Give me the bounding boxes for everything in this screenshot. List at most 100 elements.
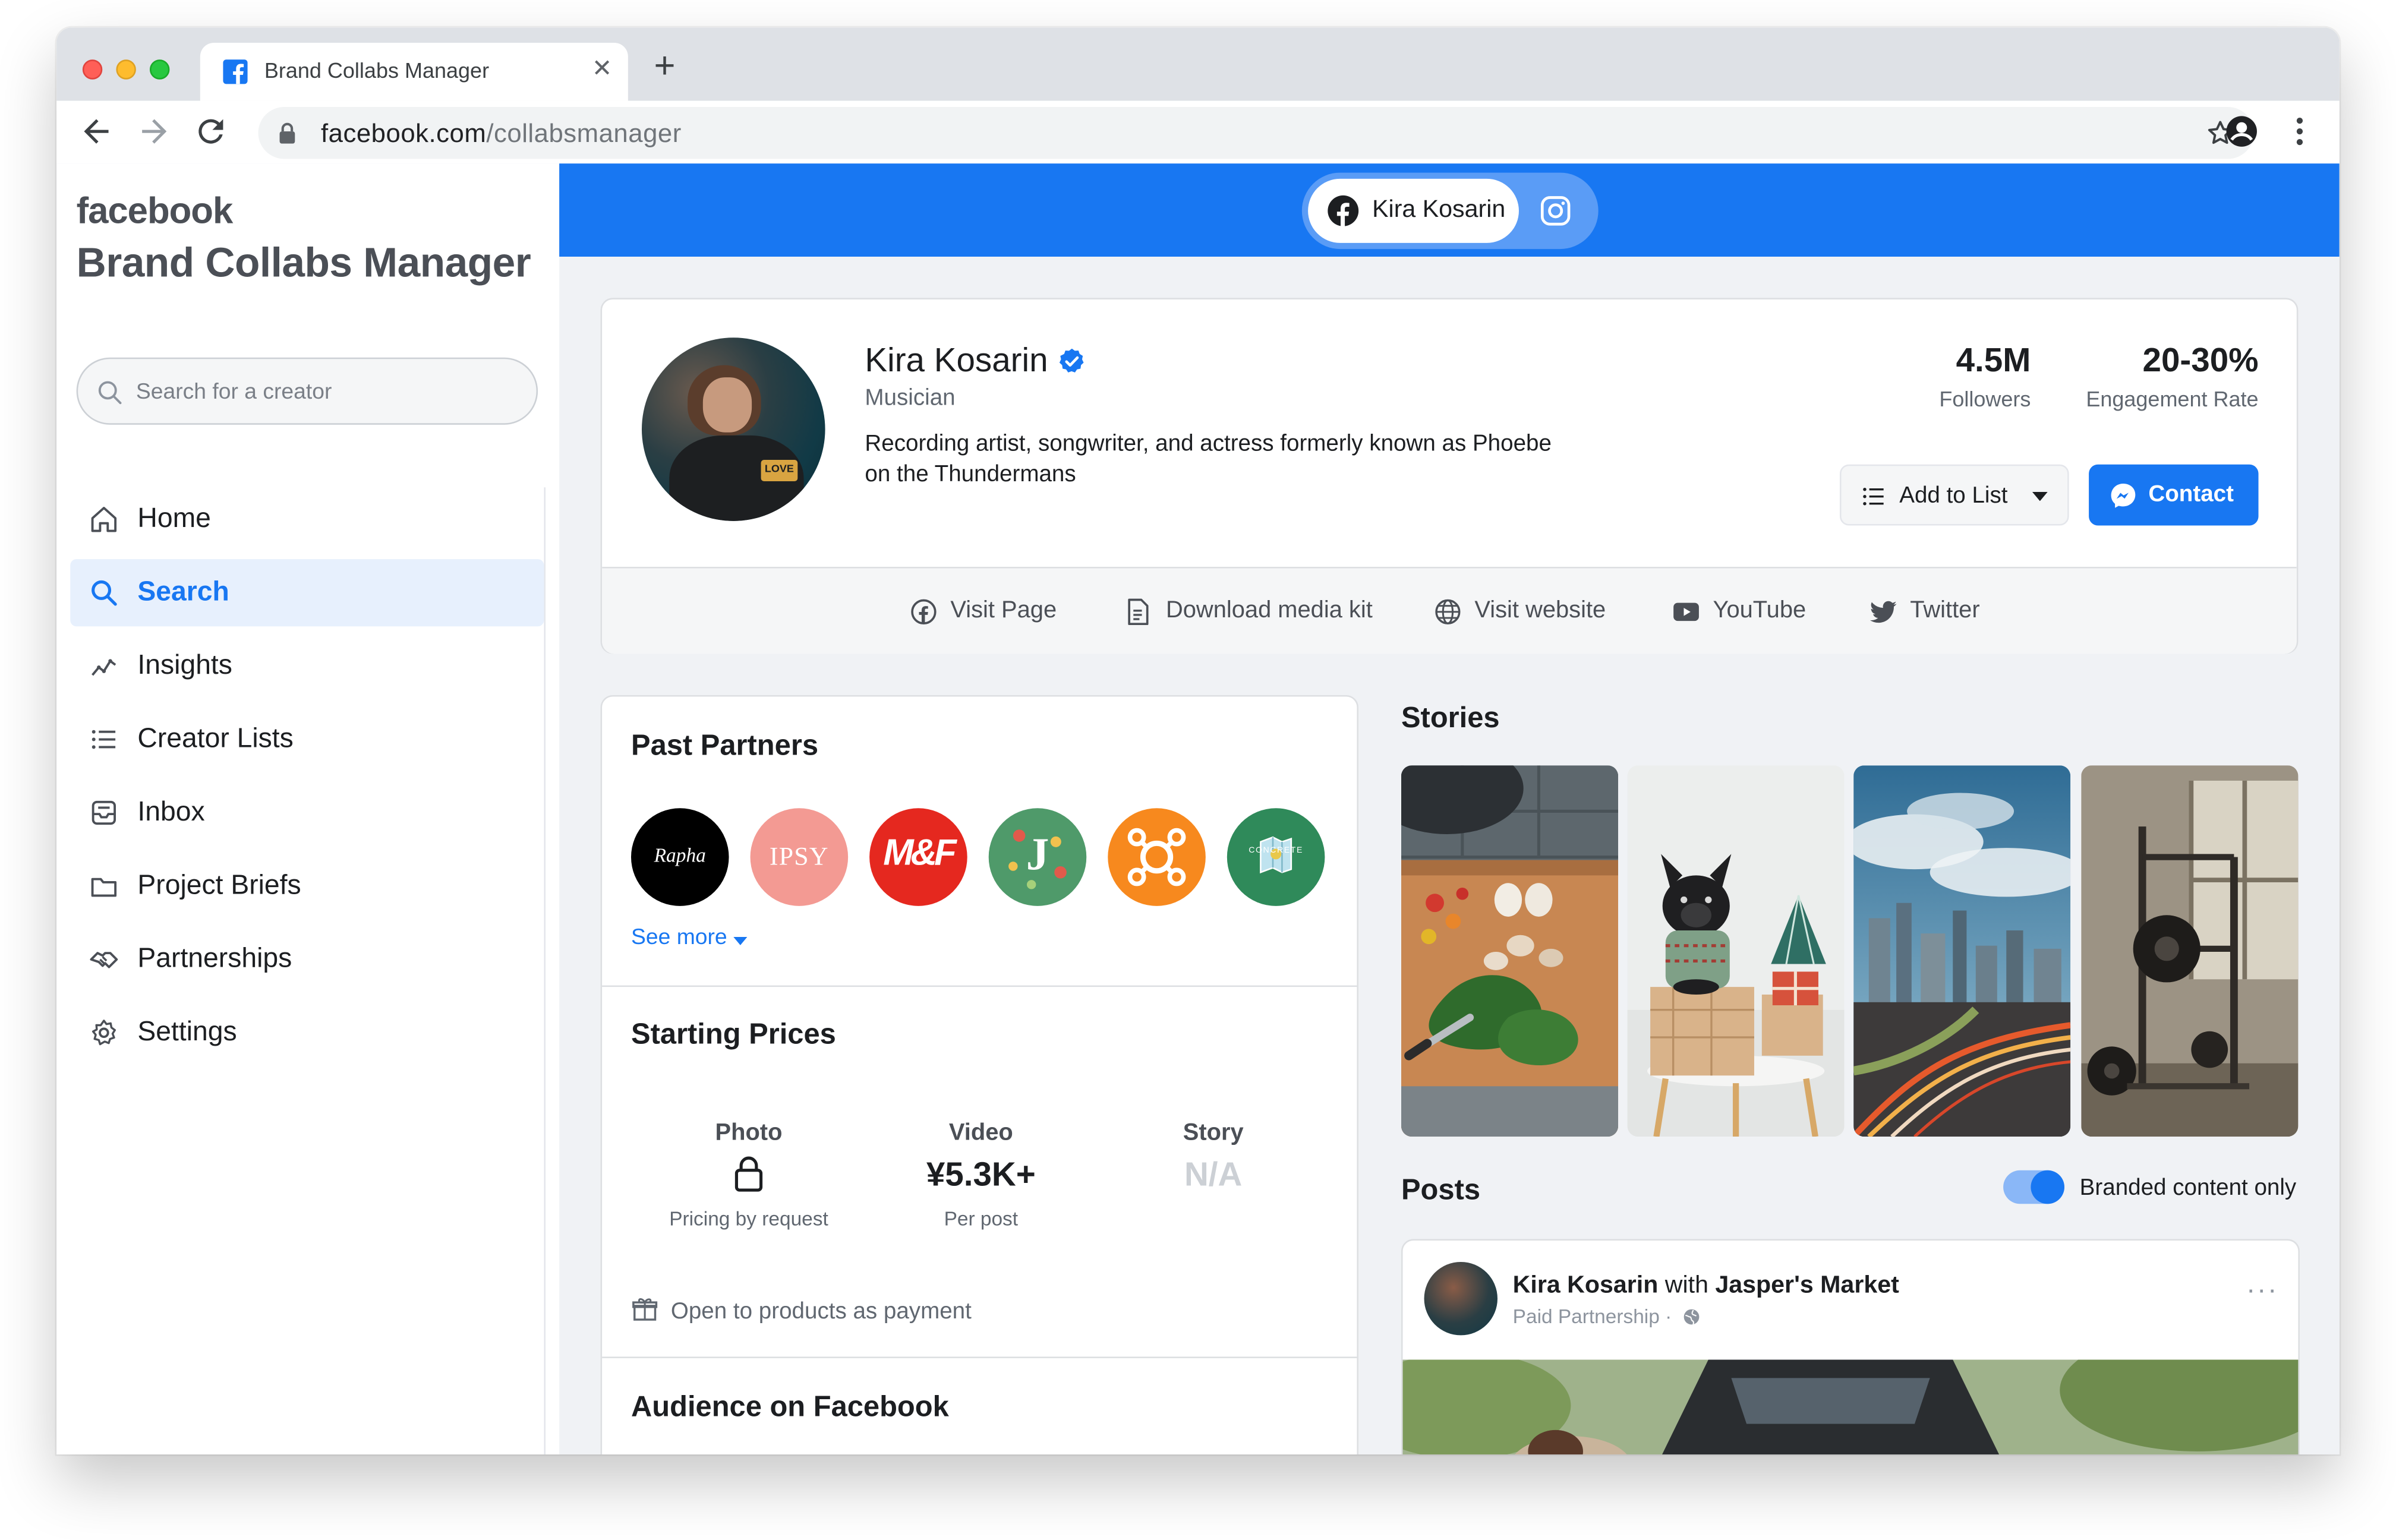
- sidebar-item-label: Search: [137, 576, 229, 607]
- sidebar-item-settings[interactable]: Settings: [70, 999, 544, 1066]
- post-partner-name[interactable]: Jasper's Market: [1715, 1273, 1899, 1299]
- instagram-icon[interactable]: [1539, 194, 1572, 235]
- reload-icon[interactable]: [193, 113, 229, 150]
- partner-logo-concrete-jungle[interactable]: CONCRETE JUNGLE: [1227, 808, 1325, 906]
- visit-page-label: Visit Page: [950, 597, 1057, 624]
- partner-logo-orangetheory[interactable]: [1108, 808, 1206, 906]
- main-content: Kira Kosarin LOVE Kira Kosarin Musician: [559, 163, 2340, 1454]
- video-price: Video ¥5.3K+ Per post: [859, 1120, 1103, 1230]
- maximize-window-button[interactable]: [149, 59, 170, 80]
- post-author-name[interactable]: Kira Kosarin: [1513, 1273, 1659, 1299]
- visit-website-label: Visit website: [1474, 597, 1606, 624]
- globe-icon: [1435, 599, 1461, 624]
- creator-role: Musician: [865, 384, 956, 411]
- facebook-account-name: Kira Kosarin: [1372, 197, 1506, 223]
- browser-window: Brand Collabs Manager ✕ + facebook.com/c…: [56, 27, 2340, 1454]
- story-thumbnail[interactable]: [1401, 765, 1619, 1137]
- youtube-icon: [1673, 602, 1699, 621]
- sidebar-item-label: Project Briefs: [137, 869, 301, 900]
- verified-badge-icon: [1057, 347, 1086, 384]
- photo-price-head: Photo: [715, 1119, 783, 1146]
- inbox-icon: [92, 800, 116, 825]
- engagement-value: 20-30%: [2142, 340, 2259, 379]
- engagement-label: Engagement Rate: [2086, 386, 2259, 411]
- stories-title: Stories: [1401, 702, 1500, 735]
- see-more-label: See more: [630, 926, 727, 951]
- browser-tab[interactable]: Brand Collabs Manager ✕: [200, 42, 628, 101]
- story-image-city: [1853, 765, 2071, 1137]
- lock-icon[interactable]: [278, 122, 297, 152]
- gift-icon: [632, 1298, 658, 1321]
- sidebar-item-home[interactable]: Home: [70, 486, 544, 553]
- folder-icon: [91, 878, 117, 897]
- document-icon: [1128, 598, 1149, 626]
- close-window-button[interactable]: [82, 59, 103, 80]
- video-price-head: Video: [948, 1119, 1013, 1146]
- post-image[interactable]: [1402, 1359, 2299, 1454]
- past-partners-title: Past Partners: [630, 730, 819, 763]
- browser-toolbar: facebook.com/collabsmanager: [56, 100, 2340, 164]
- orangetheory-logo-icon: [1109, 809, 1205, 905]
- chevron-down-icon: [2032, 491, 2048, 501]
- partner-logo-muscle-fitness[interactable]: M&F: [869, 808, 967, 906]
- partner-logo-ipsy[interactable]: IPSY: [750, 808, 849, 906]
- partner-logo-jasper[interactable]: J: [988, 808, 1087, 906]
- photo-price: Photo Pricing by request: [626, 1120, 871, 1230]
- contact-button[interactable]: Contact: [2089, 464, 2259, 526]
- messenger-icon: [2111, 484, 2136, 508]
- creator-name: Kira Kosarin: [865, 340, 1048, 379]
- contact-label: Contact: [2148, 481, 2234, 507]
- story-thumbnail[interactable]: [1853, 765, 2071, 1137]
- facebook-account-toggle[interactable]: Kira Kosarin: [1308, 178, 1519, 243]
- sidebar-item-label: Settings: [137, 1015, 237, 1047]
- creator-links-bar: Visit Page Download media kit Visit webs…: [602, 566, 2297, 654]
- sidebar-nav: Home Search Insights Creator Lists Inbox: [70, 486, 544, 1072]
- url-text: facebook.com/collabsmanager: [320, 119, 682, 149]
- post-meta-label: Paid Partnership ·: [1512, 1304, 1672, 1328]
- sidebar-item-creator-lists[interactable]: Creator Lists: [70, 706, 544, 773]
- search-input[interactable]: [135, 374, 518, 411]
- sidebar-item-inbox[interactable]: Inbox: [70, 779, 544, 846]
- back-arrow-icon[interactable]: [78, 113, 115, 150]
- address-bar[interactable]: facebook.com/collabsmanager: [258, 106, 2254, 159]
- browser-menu-icon[interactable]: [2281, 113, 2318, 150]
- sidebar-item-project-briefs[interactable]: Project Briefs: [70, 853, 544, 920]
- section-divider: [602, 1356, 1357, 1358]
- profile-account-icon[interactable]: [2223, 113, 2260, 150]
- sidebar-item-search[interactable]: Search: [70, 559, 544, 627]
- photo-price-sub: Pricing by request: [669, 1207, 828, 1230]
- sidebar-item-label: Inbox: [137, 796, 205, 827]
- see-more-partners-link[interactable]: See more: [630, 926, 748, 951]
- facebook-logo[interactable]: facebook: [77, 191, 234, 233]
- list-icon: [1863, 487, 1884, 506]
- story-thumbnail[interactable]: [1627, 765, 1845, 1137]
- story-thumbnail[interactable]: [2081, 765, 2299, 1137]
- partner-logo-text: Rapha: [654, 843, 706, 866]
- list-icon: [92, 730, 116, 749]
- forward-arrow-icon[interactable]: [136, 113, 173, 150]
- followers-label: Followers: [1939, 386, 2031, 411]
- home-icon: [91, 507, 117, 532]
- audience-title: Audience on Facebook: [630, 1391, 949, 1424]
- video-price-sub: Per post: [944, 1207, 1019, 1230]
- partner-logo-rapha[interactable]: Rapha: [630, 808, 729, 906]
- new-tab-button[interactable]: +: [647, 48, 683, 86]
- search-icon: [92, 580, 117, 606]
- creator-avatar: LOVE: [641, 337, 825, 521]
- sidebar-item-partnerships[interactable]: Partnerships: [70, 926, 544, 993]
- globe-icon: [1683, 1309, 1699, 1325]
- youtube-label: YouTube: [1713, 597, 1807, 624]
- tab-close-icon[interactable]: ✕: [588, 56, 616, 84]
- story-price-head: Story: [1183, 1119, 1244, 1146]
- sidebar: facebook Brand Collabs Manager Home Sear…: [56, 163, 560, 1454]
- creator-search[interactable]: [76, 357, 538, 425]
- minimize-window-button[interactable]: [116, 59, 136, 80]
- sidebar-item-insights[interactable]: Insights: [70, 633, 544, 700]
- add-to-list-button[interactable]: Add to List: [1839, 464, 2069, 526]
- story-price: Story N/A: [1091, 1120, 1335, 1195]
- post-author-avatar[interactable]: [1424, 1261, 1498, 1336]
- post-options-icon[interactable]: ···: [2246, 1274, 2278, 1307]
- starting-prices-title: Starting Prices: [630, 1019, 836, 1052]
- add-to-list-label: Add to List: [1899, 482, 2008, 509]
- branded-content-toggle[interactable]: [2003, 1170, 2064, 1204]
